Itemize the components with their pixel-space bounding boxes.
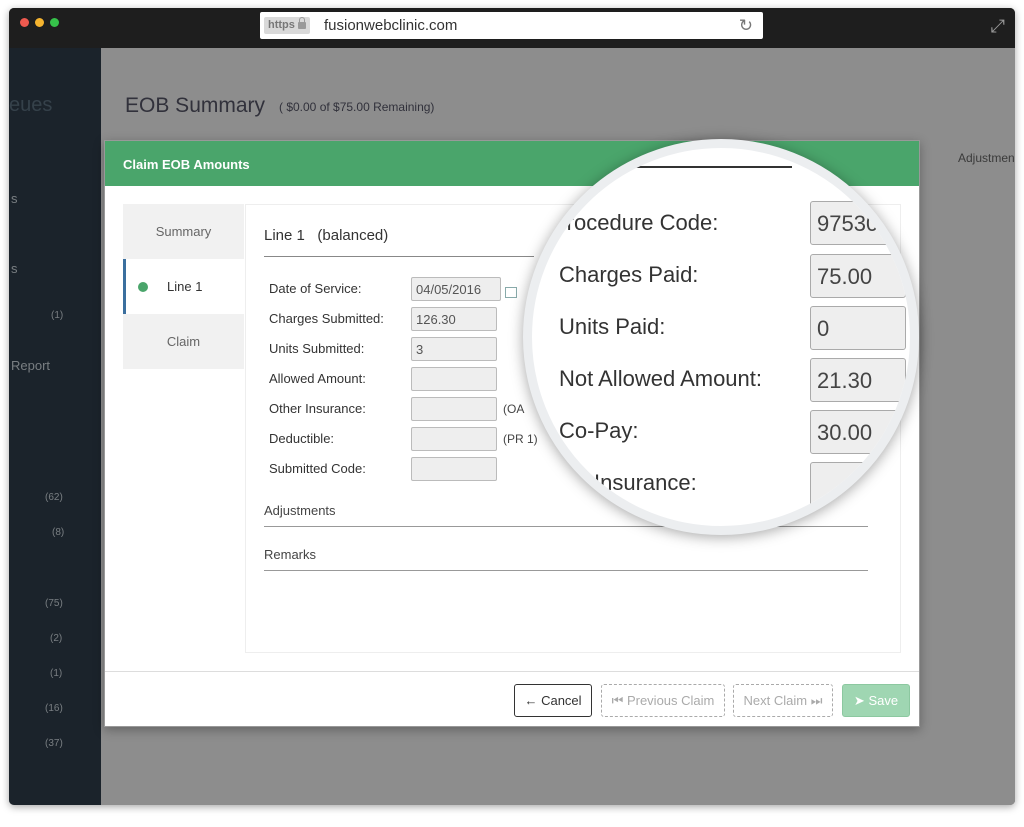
modal-tabs: Summary Line 1 Claim: [123, 204, 244, 369]
field-label: Units Submitted:: [269, 341, 365, 356]
tab-summary[interactable]: Summary: [123, 204, 244, 259]
units-paid-input[interactable]: 0: [810, 306, 906, 350]
field-label: Charges Submitted:: [269, 311, 384, 326]
lock-icon: [297, 17, 306, 29]
field-label: Other Insurance:: [269, 401, 366, 416]
charges-paid-input[interactable]: 75.00: [810, 254, 906, 298]
send-icon: ➤: [853, 693, 865, 708]
claim-eob-modal: Claim EOB Amounts Summary Line 1 Claim L…: [104, 139, 920, 727]
deductible-input[interactable]: [411, 427, 497, 451]
field-label: Date of Service:: [269, 281, 362, 296]
previous-claim-button[interactable]: ⏮ Previous Claim: [601, 684, 725, 717]
field-label: Deductible:: [269, 431, 335, 446]
https-label: https: [268, 19, 295, 31]
magnified-label: Procedure Code:: [552, 210, 719, 235]
magnified-label: Co-Pay:: [559, 418, 639, 443]
browser-window: https fusionwebclinic.com ↻ ⤢ eues s s (…: [9, 8, 1015, 805]
app-area: eues s s (1) Report (62) (8) (75) (2) (1…: [9, 48, 1015, 805]
magnified-label: Insurance:: [594, 470, 697, 495]
date-of-service-input[interactable]: 04/05/2016: [411, 277, 501, 301]
reload-icon[interactable]: ↻: [739, 16, 753, 36]
other-insurance-code: (OA: [503, 402, 525, 416]
maximize-window-button[interactable]: [50, 18, 59, 27]
skip-forward-icon: ⏭: [810, 693, 823, 708]
calendar-icon[interactable]: [505, 287, 517, 298]
field-label: Submitted Code:: [269, 461, 366, 476]
modal-footer: ← Cancel ⏮ Previous Claim Next Claim ⏭ ➤…: [105, 671, 919, 726]
line-status: (balanced): [317, 227, 389, 244]
minimize-window-button[interactable]: [35, 18, 44, 27]
status-dot-icon: [138, 282, 148, 292]
tab-claim[interactable]: Claim: [123, 314, 244, 369]
remarks-divider: [264, 570, 868, 571]
close-window-button[interactable]: [20, 18, 29, 27]
magnified-label: Not Allowed Amount:: [559, 366, 763, 391]
browser-titlebar: https fusionwebclinic.com ↻ ⤢: [9, 8, 1015, 48]
url-text: fusionwebclinic.com: [324, 17, 458, 34]
co-pay-input[interactable]: 30.00: [810, 410, 906, 454]
line-divider: [264, 256, 534, 257]
magnified-rule: [622, 166, 792, 168]
deductible-code: (PR 1): [503, 432, 538, 446]
allowed-amount-input[interactable]: [411, 367, 497, 391]
tab-line-1[interactable]: Line 1: [123, 259, 244, 314]
insurance-input[interactable]: [810, 462, 906, 506]
modal-title: Claim EOB Amounts: [123, 157, 250, 172]
save-label: Save: [868, 693, 899, 708]
cancel-button[interactable]: ← Cancel: [514, 684, 592, 717]
previous-claim-label: Previous Claim: [626, 693, 715, 708]
line-heading: Line 1 (balanced): [264, 227, 388, 244]
magnified-label: Units Paid:: [559, 314, 666, 339]
not-allowed-amount-input[interactable]: 21.30: [810, 358, 906, 402]
magnifier-lens: Procedure Code: 97530 Charges Paid: 75.0…: [523, 139, 919, 535]
units-submitted-input[interactable]: 3: [411, 337, 497, 361]
address-bar[interactable]: https fusionwebclinic.com ↻: [260, 12, 763, 39]
tab-line-1-label: Line 1: [167, 279, 203, 294]
submitted-code-input[interactable]: [411, 457, 497, 481]
remarks-header[interactable]: Remarks: [264, 547, 316, 562]
field-label: Allowed Amount:: [269, 371, 366, 386]
skip-back-icon: ⏮: [611, 693, 624, 708]
save-button[interactable]: ➤ Save: [842, 684, 910, 717]
magnified-label: Charges Paid:: [559, 262, 699, 287]
fullscreen-icon[interactable]: ⤢: [991, 16, 1005, 37]
procedure-code-input[interactable]: 97530: [810, 201, 906, 245]
back-arrow-icon: ←: [524, 693, 538, 708]
line-title: Line 1: [264, 227, 305, 244]
next-claim-label: Next Claim: [743, 693, 808, 708]
next-claim-button[interactable]: Next Claim ⏭: [733, 684, 833, 717]
other-insurance-input[interactable]: [411, 397, 497, 421]
charges-submitted-input[interactable]: 126.30: [411, 307, 497, 331]
adjustments-header[interactable]: Adjustments: [264, 503, 336, 518]
cancel-label: Cancel: [541, 693, 582, 708]
https-badge: https: [264, 17, 310, 34]
